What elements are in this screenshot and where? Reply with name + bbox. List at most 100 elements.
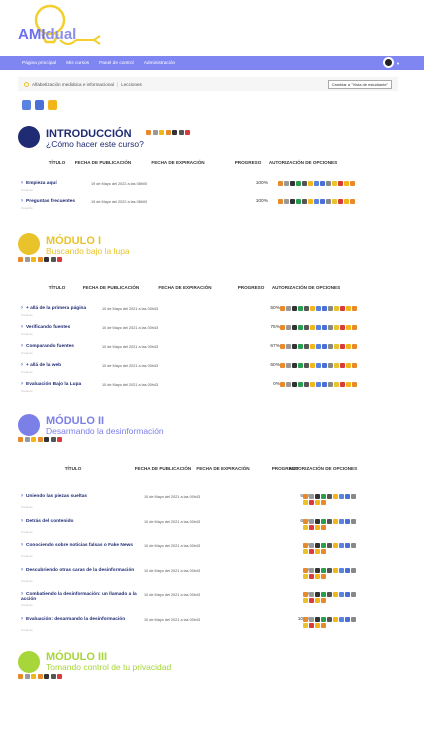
nav-my-courses[interactable]: Mis cursos <box>66 61 89 66</box>
option-action-icon[interactable] <box>298 325 303 330</box>
option-action-icon[interactable] <box>321 549 326 554</box>
option-action-icon[interactable] <box>334 344 339 349</box>
option-action-icon[interactable] <box>333 494 338 499</box>
option-action-icon[interactable] <box>328 363 333 368</box>
option-action-icon[interactable] <box>315 543 320 548</box>
option-action-icon[interactable] <box>316 325 321 330</box>
option-action-icon[interactable] <box>303 543 308 548</box>
option-action-icon[interactable] <box>352 382 357 387</box>
option-action-icon[interactable] <box>322 306 327 311</box>
option-action-icon[interactable] <box>326 199 331 204</box>
option-action-icon[interactable] <box>339 543 344 548</box>
option-action-icon[interactable] <box>321 518 326 524</box>
option-action-icon[interactable] <box>292 363 297 368</box>
option-action-icon[interactable] <box>321 616 326 622</box>
option-action-icon[interactable] <box>351 616 356 622</box>
option-action-icon[interactable] <box>346 363 351 368</box>
option-action-icon[interactable] <box>316 344 321 349</box>
option-action-icon[interactable] <box>321 598 326 603</box>
option-action-icon[interactable] <box>304 306 309 311</box>
option-action-icon[interactable] <box>303 549 308 554</box>
option-action-icon[interactable] <box>314 181 319 186</box>
option-action-icon[interactable] <box>352 325 357 330</box>
option-action-icon[interactable] <box>351 518 356 524</box>
option-action-icon[interactable] <box>326 181 331 186</box>
option-action-icon[interactable] <box>309 622 314 628</box>
option-action-icon[interactable] <box>303 616 308 622</box>
edit-action-icon[interactable] <box>57 674 62 679</box>
option-action-icon[interactable] <box>292 325 297 330</box>
option-action-icon[interactable] <box>286 344 291 349</box>
option-action-icon[interactable] <box>310 382 315 387</box>
option-action-icon[interactable] <box>338 181 343 186</box>
option-action-icon[interactable] <box>321 567 326 573</box>
option-action-icon[interactable] <box>292 382 297 387</box>
option-action-icon[interactable] <box>340 325 345 330</box>
option-action-icon[interactable] <box>351 543 356 548</box>
option-action-icon[interactable] <box>322 344 327 349</box>
option-action-icon[interactable] <box>345 592 350 597</box>
edit-action-icon[interactable] <box>178 130 184 135</box>
option-action-icon[interactable] <box>303 592 308 597</box>
lesson-title[interactable]: › Conociendo sobre noticias falsas o Fake… <box>21 542 139 548</box>
option-action-icon[interactable] <box>309 524 314 530</box>
option-action-icon[interactable] <box>320 181 325 186</box>
option-action-icon[interactable] <box>298 382 303 387</box>
option-action-icon[interactable] <box>304 363 309 368</box>
lesson-title[interactable]: › Evaluación Bajo la Lupa <box>21 381 81 387</box>
option-action-icon[interactable] <box>309 500 314 505</box>
option-action-icon[interactable] <box>327 592 332 597</box>
option-action-icon[interactable] <box>296 181 301 186</box>
option-action-icon[interactable] <box>327 494 332 499</box>
option-action-icon[interactable] <box>321 524 326 530</box>
lesson-title-text[interactable]: Combatiendo la desinformación: un llamad… <box>21 592 137 602</box>
chevron-down-icon[interactable]: ▼ <box>396 61 400 66</box>
option-action-icon[interactable] <box>352 344 357 349</box>
option-action-icon[interactable] <box>315 592 320 597</box>
option-action-icon[interactable] <box>333 543 338 548</box>
breadcrumb-section[interactable]: Lecciones <box>121 82 142 87</box>
lesson-title-text[interactable]: Comparando fuentes <box>26 344 74 349</box>
option-action-icon[interactable] <box>292 344 297 349</box>
option-action-icon[interactable] <box>334 382 339 387</box>
lesson-title[interactable]: › Preguntas frecuentes <box>21 198 75 204</box>
edit-action-icon[interactable] <box>18 437 23 442</box>
option-action-icon[interactable] <box>284 181 289 186</box>
option-action-icon[interactable] <box>315 622 320 628</box>
option-action-icon[interactable] <box>302 199 307 204</box>
lesson-title[interactable]: › + allá de la primera página <box>21 305 86 311</box>
option-action-icon[interactable] <box>344 199 349 204</box>
option-action-icon[interactable] <box>280 344 285 349</box>
edit-action-icon[interactable] <box>165 130 171 135</box>
option-action-icon[interactable] <box>284 199 289 204</box>
edit-action-icon[interactable] <box>24 257 30 262</box>
option-action-icon[interactable] <box>340 363 345 368</box>
edit-action-icon[interactable] <box>44 437 49 442</box>
option-action-icon[interactable] <box>322 363 327 368</box>
option-action-icon[interactable] <box>346 306 351 311</box>
lesson-title-text[interactable]: Verificando fuentes <box>26 325 70 330</box>
option-action-icon[interactable] <box>290 181 295 186</box>
breadcrumb-course[interactable]: Alfabetización mediática e informacional <box>32 82 114 87</box>
option-action-icon[interactable] <box>309 616 314 622</box>
edit-action-icon[interactable] <box>57 437 62 442</box>
edit-action-icon[interactable] <box>18 257 23 262</box>
option-action-icon[interactable] <box>321 500 326 505</box>
option-action-icon[interactable] <box>327 518 332 524</box>
option-action-icon[interactable] <box>315 598 320 603</box>
option-action-icon[interactable] <box>308 199 313 204</box>
option-action-icon[interactable] <box>315 549 320 554</box>
lesson-title-text[interactable]: Detrás del contenido <box>26 519 73 524</box>
option-action-icon[interactable] <box>333 567 338 573</box>
option-action-icon[interactable] <box>303 622 308 628</box>
option-action-icon[interactable] <box>332 199 337 204</box>
option-action-icon[interactable] <box>315 573 320 579</box>
option-action-icon[interactable] <box>345 518 350 524</box>
add-lesson-icon[interactable] <box>22 100 31 110</box>
option-action-icon[interactable] <box>290 199 295 204</box>
lesson-title[interactable]: › Empieza aquí <box>21 180 57 186</box>
option-action-icon[interactable] <box>328 344 333 349</box>
option-action-icon[interactable] <box>309 598 314 603</box>
option-action-icon[interactable] <box>350 199 355 204</box>
option-action-icon[interactable] <box>303 567 308 573</box>
